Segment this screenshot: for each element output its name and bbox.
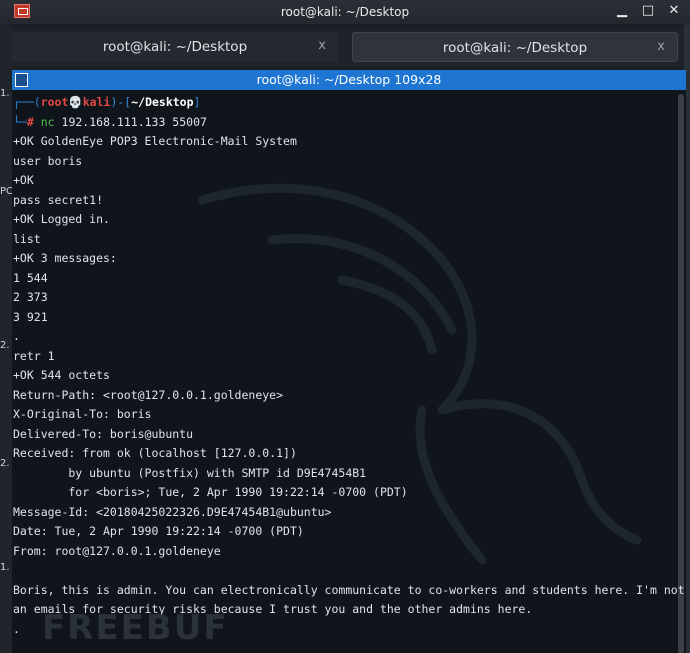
output-lines: +OK GoldenEye POP3 Electronic-Mail Syste…	[13, 132, 685, 639]
prompt-dir: ~/Desktop	[131, 95, 194, 109]
terminal-lines: ┌──(root💀kali)-[~/Desktop] └─# nc 192.16…	[13, 93, 685, 639]
terminal-title-bar: root@kali: ~/Desktop 109x28	[12, 70, 686, 90]
terminal-output[interactable]: ┌──(root💀kali)-[~/Desktop] └─# nc 192.16…	[12, 90, 686, 653]
close-icon[interactable]: ✕	[666, 3, 682, 19]
tab-label: root@kali: ~/Desktop	[442, 40, 588, 56]
tab-close-icon[interactable]: x	[318, 38, 326, 53]
terminal-line: Message-Id: <20180425022326.D9E47454B1@u…	[13, 504, 332, 519]
terminal-line: retr 1	[13, 348, 55, 363]
prompt-line-2: └─# nc 192.168.111.133 55007	[13, 114, 207, 129]
terminal-line: pass secret1!	[13, 192, 104, 207]
tab-1[interactable]: root@kali: ~/Desktop x	[12, 32, 338, 62]
desktop-label: 1.	[0, 88, 10, 99]
terminal-line: 3 921	[13, 309, 48, 324]
terminal-line: From: root@127.0.0.1.goldeneye	[13, 543, 221, 558]
tab-close-icon[interactable]: x	[657, 39, 665, 54]
desktop-label: 2.	[0, 458, 10, 469]
terminal-line: Return-Path: <root@127.0.0.1.goldeneye>	[13, 387, 284, 402]
terminal-line: list	[13, 231, 41, 246]
terminal-title: root@kali: ~/Desktop 109x28	[256, 72, 442, 87]
window-title: root@kali: ~/Desktop	[280, 5, 410, 19]
command-args: 192.168.111.133 55007	[61, 114, 207, 129]
terminal-line: by ubuntu (Postfix) with SMTP id D9E4745…	[13, 465, 367, 480]
terminal-line: +OK Logged in.	[13, 212, 110, 226]
terminal-line: 2 373	[13, 290, 48, 304]
tab-label: root@kali: ~/Desktop	[102, 39, 248, 55]
window-title-bar[interactable]: root@kali: ~/Desktop ▁ □ ✕	[0, 0, 690, 24]
desktop-label: 2.	[0, 340, 10, 351]
tab-bar: root@kali: ~/Desktop x root@kali: ~/Desk…	[12, 28, 684, 66]
terminal-line: Date: Tue, 2 Apr 1990 19:22:14 -0700 (PD…	[13, 524, 304, 538]
prompt-user: root	[40, 95, 69, 109]
skull-icon: 💀	[68, 95, 83, 109]
terminal-line: +OK GoldenEye POP3 Electronic-Mail Syste…	[13, 134, 297, 148]
command-name: nc	[40, 114, 55, 129]
desktop-label: 1.	[0, 562, 10, 573]
terminal-line: for <boris>; Tue, 2 Apr 1990 19:22:14 -0…	[13, 485, 408, 499]
tab-2-active[interactable]: root@kali: ~/Desktop x	[352, 32, 678, 62]
terminal-scrollbar-thumb[interactable]	[678, 94, 684, 653]
terminal-line: user boris	[13, 153, 83, 168]
terminal-line: Delivered-To: boris@ubuntu	[13, 426, 194, 441]
terminal-line: +OK 3 messages:	[13, 251, 117, 265]
prompt-symbol: #	[26, 114, 34, 129]
minimize-icon[interactable]: ▁	[614, 3, 630, 19]
terminal-line: Received: from ok (localhost [127.0.0.1]…	[13, 446, 297, 460]
prompt-line-1: ┌──(root💀kali)-[~/Desktop]	[13, 95, 201, 109]
terminal-line: Boris, this is admin. You can electronic…	[13, 582, 685, 597]
prompt-host: kali	[82, 95, 111, 109]
terminal-line: .	[13, 329, 20, 343]
terminal-line: +OK 544 octets	[13, 368, 110, 382]
terminal-line: 1 544	[13, 270, 48, 285]
terminal-line: +OK	[13, 173, 34, 187]
freebuf-watermark: FREEBUF	[42, 608, 229, 648]
terminal-line: X-Original-To: boris	[13, 407, 152, 421]
maximize-icon[interactable]: □	[640, 3, 656, 19]
